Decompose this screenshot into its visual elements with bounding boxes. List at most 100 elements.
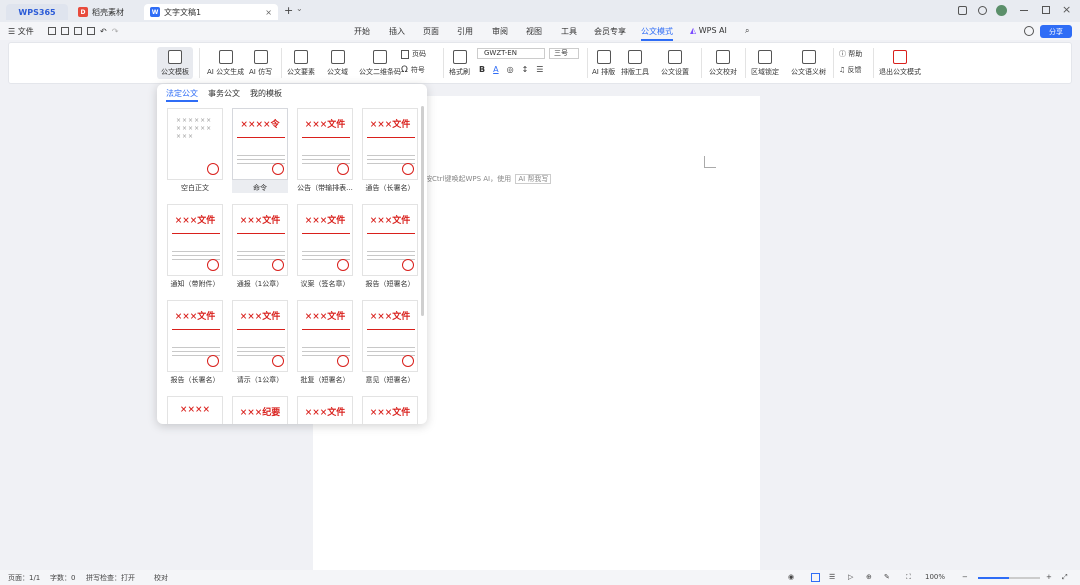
wps365-tab[interactable]: WPS365: [6, 4, 68, 20]
close-tab-icon[interactable]: ×: [265, 8, 272, 17]
avatar[interactable]: [996, 5, 1007, 16]
page-count[interactable]: 页面：1/1: [8, 573, 40, 583]
template-item[interactable]: ×××文件 意见（短署名）: [362, 300, 418, 385]
minimize-icon[interactable]: [1020, 10, 1028, 11]
menu-view[interactable]: 视图: [526, 26, 542, 37]
font-size-select[interactable]: 三号: [549, 48, 579, 59]
undo-icon[interactable]: ↶: [100, 27, 107, 36]
template-item[interactable]: ×××文件 通知（带附件）: [167, 204, 223, 289]
template-item[interactable]: ×××文件 通告（长署名）: [362, 108, 418, 193]
template-heading: ×××文件: [304, 408, 346, 418]
new-tab-icon[interactable]: +: [284, 4, 293, 17]
zoom-slider[interactable]: [978, 577, 1040, 579]
menu-home[interactable]: 开始: [354, 26, 370, 37]
zoom-level[interactable]: 100%: [925, 573, 945, 581]
doc-barcode-button[interactable]: 公文二维条码: [359, 50, 401, 77]
outline-view-icon[interactable]: ☰: [829, 573, 835, 581]
template-label: 请示（1公章）: [236, 376, 284, 384]
page-view-icon[interactable]: [811, 573, 820, 582]
template-item[interactable]: ×××文件 议案（签名章）: [297, 204, 353, 289]
exit-doc-mode-button[interactable]: 退出公文模式: [879, 50, 921, 77]
template-item[interactable]: ×××文件 报告（短署名）: [362, 204, 418, 289]
text-format-group: B A ◎ ↕ ☰: [479, 65, 543, 74]
font-color-icon[interactable]: A: [493, 65, 498, 74]
word-count[interactable]: 字数：0: [50, 573, 75, 583]
feedback-button[interactable]: ♫ 反馈: [839, 65, 862, 75]
fullscreen-icon[interactable]: ⤢: [1062, 573, 1068, 582]
web-view-icon[interactable]: ⊕: [866, 573, 872, 581]
tab-list-icon[interactable]: ⌄: [296, 4, 303, 13]
layout-tools-button[interactable]: 排版工具: [621, 50, 649, 77]
template-item[interactable]: ×××文件 批复（短署名）: [297, 300, 353, 385]
panel-scrollbar[interactable]: [421, 106, 424, 316]
menu-review[interactable]: 审阅: [492, 26, 508, 37]
template-item[interactable]: ×××纪要: [232, 396, 288, 424]
menu-tools[interactable]: 工具: [561, 26, 577, 37]
skin-icon[interactable]: [978, 6, 987, 15]
eye-protection-icon[interactable]: ◉: [788, 573, 794, 581]
template-item[interactable]: ××××: [167, 396, 223, 424]
red-rule: [302, 233, 350, 234]
doc-elements-button[interactable]: 公文要素: [287, 50, 315, 77]
template-thumbnail: ×××文件: [297, 108, 353, 180]
window-mode-icon[interactable]: [958, 6, 967, 15]
doc-settings-button[interactable]: 公文设置: [661, 50, 689, 77]
upload-icon[interactable]: [1024, 26, 1034, 36]
play-icon[interactable]: ▷: [848, 573, 853, 581]
menu-member[interactable]: 会员专享: [594, 26, 626, 37]
template-thumbnail: ××××令: [232, 108, 288, 180]
close-window-icon[interactable]: ×: [1062, 3, 1071, 16]
template-item[interactable]: ×××文件: [297, 396, 353, 424]
tab-docer[interactable]: D 稻壳素材: [72, 4, 142, 20]
menu-insert[interactable]: 插入: [389, 26, 405, 37]
bold-icon[interactable]: B: [479, 65, 485, 74]
menu-reference[interactable]: 引用: [457, 26, 473, 37]
doc-field-button[interactable]: 公文域: [327, 50, 348, 77]
list-icon[interactable]: ☰: [536, 65, 543, 74]
template-item[interactable]: ×××文件 公告（带输排表...: [297, 108, 353, 193]
zoom-in-icon[interactable]: +: [1046, 573, 1052, 581]
proof-button[interactable]: 校对: [154, 573, 168, 583]
template-item[interactable]: ×××文件: [362, 396, 418, 424]
format-painter-button[interactable]: 格式刷: [449, 50, 470, 77]
template-item[interactable]: ×××文件 通报（1公章）: [232, 204, 288, 289]
help-button[interactable]: ⓘ 帮助: [839, 49, 862, 59]
font-name-select[interactable]: GWZT-EN: [477, 48, 545, 59]
export-pdf-icon[interactable]: [61, 27, 69, 35]
print-icon[interactable]: [74, 27, 82, 35]
official-template-button[interactable]: 公文模板: [157, 47, 193, 79]
template-item[interactable]: ×××文件 报告（长署名）: [167, 300, 223, 385]
menu-official-doc-mode[interactable]: 公文模式: [641, 26, 673, 41]
menu-page[interactable]: 页面: [423, 26, 439, 37]
spell-check-toggle[interactable]: 拼写检查：打开: [86, 573, 135, 583]
ai-write-button[interactable]: AI 帮我写: [515, 174, 552, 184]
region-lock-button[interactable]: 区域锁定: [751, 50, 779, 77]
ai-doc-generate-button[interactable]: AI 公文生成: [207, 50, 244, 77]
menu-wps-ai[interactable]: ◭ WPS AI: [690, 26, 727, 35]
tab-affairs-docs[interactable]: 事务公文: [208, 88, 240, 99]
redo-icon[interactable]: ↷: [112, 27, 119, 36]
print-preview-icon[interactable]: [87, 27, 95, 35]
template-item[interactable]: ×××××× ×××××× ××× 空白正文: [167, 108, 223, 193]
pen-icon[interactable]: ✎: [884, 573, 890, 581]
symbol-button[interactable]: Ω 符号: [401, 65, 425, 75]
file-menu[interactable]: ☰ 文件: [8, 26, 34, 37]
template-item[interactable]: ××××令 命令: [232, 108, 288, 193]
fit-page-icon[interactable]: ⛶: [906, 573, 911, 582]
ai-imitate-button[interactable]: AI 仿写: [249, 50, 272, 77]
tab-document[interactable]: W 文字文稿1 ×: [144, 4, 278, 20]
save-icon[interactable]: [48, 27, 56, 35]
ai-layout-button[interactable]: AI 排版: [592, 50, 615, 77]
line-spacing-icon[interactable]: ↕: [522, 65, 529, 74]
semantic-tree-button[interactable]: 公文语义树: [791, 50, 826, 77]
share-button[interactable]: 分享: [1040, 25, 1072, 38]
zoom-out-icon[interactable]: −: [962, 573, 968, 581]
tab-my-templates[interactable]: 我的模板: [250, 88, 282, 99]
doc-proofread-button[interactable]: 公文校对: [709, 50, 737, 77]
page-number-button[interactable]: 页码: [401, 49, 426, 59]
maximize-icon[interactable]: [1042, 6, 1050, 14]
text-effect-icon[interactable]: ◎: [507, 65, 514, 74]
search-icon[interactable]: ⌕: [745, 26, 749, 36]
template-item[interactable]: ×××文件 请示（1公章）: [232, 300, 288, 385]
tab-statutory-docs[interactable]: 法定公文: [166, 88, 198, 102]
